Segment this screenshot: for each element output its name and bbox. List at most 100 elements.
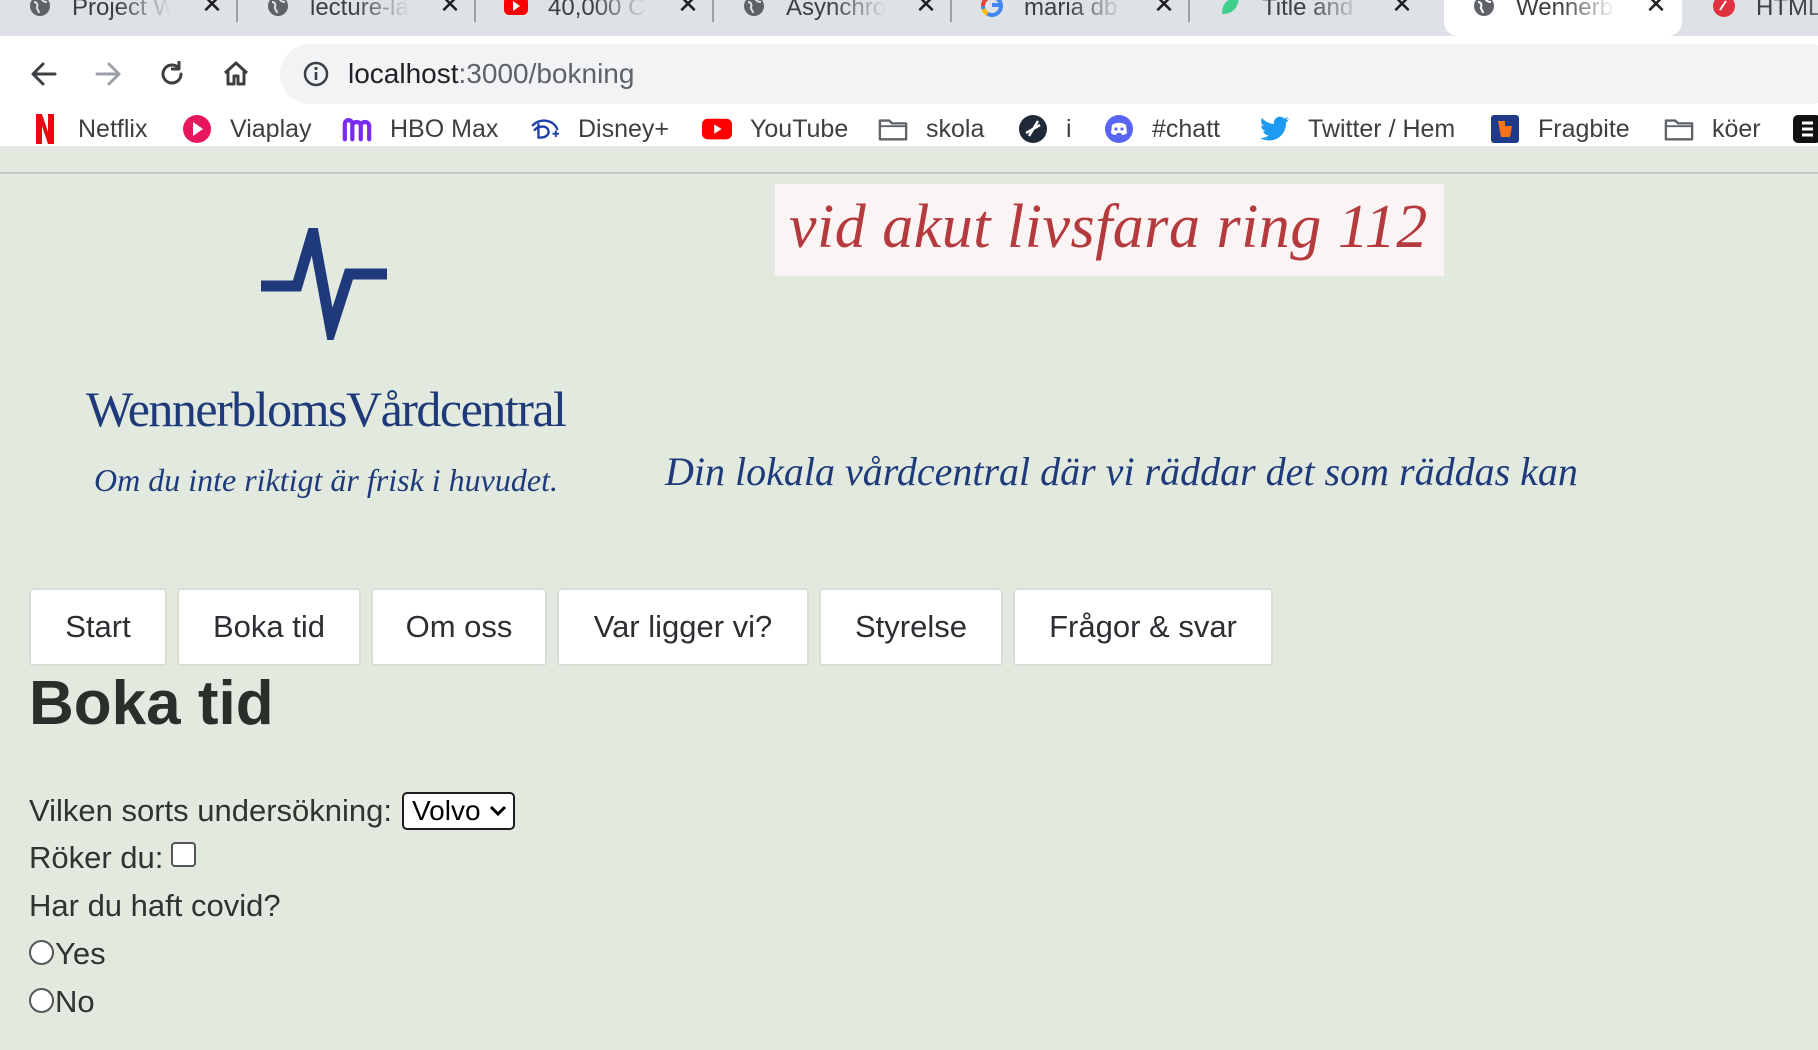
address-bar[interactable]: localhost:3000/bokning	[280, 44, 1818, 104]
bookmark-folder-koer[interactable]: köer	[1664, 112, 1761, 146]
bookmark-overflow[interactable]	[1792, 112, 1818, 146]
home-icon	[223, 61, 249, 86]
globe-icon	[744, 0, 764, 16]
exam-type-select[interactable]: Volvo	[402, 792, 515, 830]
close-icon[interactable]: ✕	[674, 0, 702, 18]
leaf-icon	[1222, 0, 1239, 14]
menu-fragor-svar[interactable]: Frågor & svar	[1013, 588, 1273, 666]
browser-tab[interactable]: lecture-la ✕	[238, 0, 476, 36]
fragbite-icon	[1490, 114, 1520, 144]
covid-label: Har du haft covid?	[29, 888, 281, 923]
menu-styrelse[interactable]: Styrelse	[819, 588, 1003, 666]
forward-arrow-icon	[95, 62, 121, 86]
covid-option-no[interactable]: No	[29, 984, 95, 1020]
folder-icon	[878, 114, 908, 144]
bookmark-viaplay[interactable]: Viaplay	[182, 112, 312, 146]
smoker-label: Röker du:	[29, 840, 164, 875]
bookmark-hbo-max[interactable]: HBO Max	[342, 112, 498, 146]
covid-yes-label: Yes	[55, 936, 106, 971]
bookmark-twitter[interactable]: Twitter / Hem	[1260, 112, 1455, 146]
twitter-icon	[1260, 114, 1290, 144]
globe-icon	[268, 0, 288, 16]
bookmark-label: YouTube	[750, 114, 849, 143]
bookmark-label: Netflix	[78, 114, 148, 143]
covid-no-radio[interactable]	[29, 987, 54, 1013]
compass-icon	[1018, 114, 1048, 144]
clinic-name: WennerblomsVårdcentral	[86, 381, 567, 437]
browser-tab[interactable]: Project W ✕	[0, 0, 238, 36]
tab-title: 40,000 C	[548, 0, 646, 20]
bookmark-fragbite[interactable]: Fragbite	[1490, 112, 1630, 146]
forward-button[interactable]	[86, 52, 130, 96]
tab-title: Wennerbl	[1516, 0, 1616, 20]
menu-start[interactable]: Start	[29, 588, 167, 666]
tab-title: lecture-la	[310, 0, 409, 20]
clinic-tagline: Om du inte riktigt är frisk i huvudet.	[94, 462, 558, 498]
browser-tab[interactable]: Title and s ✕	[1190, 0, 1428, 36]
smoker-checkbox[interactable]	[171, 841, 197, 867]
menu-var-ligger-vi[interactable]: Var ligger vi?	[557, 588, 809, 666]
toolbar-divider	[0, 172, 1818, 174]
globe-icon	[30, 0, 50, 16]
bookmark-disney-plus[interactable]: Disney+	[530, 112, 669, 146]
clinic-slogan: Din lokala vårdcentral där vi räddar det…	[665, 449, 1578, 494]
smoker-row: Röker du:	[29, 840, 197, 876]
covid-question: Har du haft covid?	[29, 888, 281, 924]
close-icon[interactable]: ✕	[436, 0, 464, 18]
netflix-icon	[30, 114, 60, 144]
page-title: Boka tid	[29, 669, 274, 738]
bookmark-youtube[interactable]: YouTube	[702, 112, 848, 146]
menu-boka-tid[interactable]: Boka tid	[177, 588, 361, 666]
emergency-text: vid akut livsfara ring 112	[789, 193, 1428, 261]
tab-strip: Project W ✕ lecture-la ✕ 40,000 C ✕ Asyn…	[0, 0, 1818, 36]
covid-yes-radio[interactable]	[29, 939, 54, 965]
globe-icon	[1474, 0, 1494, 16]
bookmark-label: Viaplay	[230, 114, 312, 143]
url-text: localhost:3000/bokning	[348, 58, 634, 90]
tab-title: maria db c	[1024, 0, 1124, 20]
close-icon[interactable]: ✕	[198, 0, 226, 18]
bookmark-label: #chatt	[1152, 114, 1221, 143]
browser-tab[interactable]: maria db c ✕	[952, 0, 1190, 36]
reload-button[interactable]	[150, 52, 194, 96]
close-icon[interactable]: ✕	[1150, 0, 1178, 18]
youtube-icon	[702, 114, 732, 144]
back-button[interactable]	[22, 52, 66, 96]
discord-icon	[1104, 114, 1134, 144]
tab-title: Asynchro	[786, 0, 886, 20]
bookmark-label: i	[1066, 114, 1072, 143]
tab-title: Project W	[72, 0, 172, 20]
browser-toolbar: localhost:3000/bokning Netflix Viaplay H…	[0, 36, 1818, 146]
hbo-max-icon	[342, 114, 372, 144]
bookmark-netflix[interactable]: Netflix	[30, 112, 147, 146]
bookmark-i[interactable]: i	[1018, 112, 1072, 146]
google-icon	[980, 0, 1003, 17]
close-icon[interactable]: ✕	[912, 0, 940, 18]
bookmark-folder-skola[interactable]: skola	[878, 112, 984, 146]
folder-icon	[1664, 114, 1694, 144]
browser-tab[interactable]: HTML	[1684, 0, 1818, 36]
browser-tab-active[interactable]: Wennerbl ✕	[1444, 0, 1682, 36]
bookmark-label: Twitter / Hem	[1308, 114, 1456, 143]
info-icon	[303, 61, 329, 87]
browser-tab[interactable]: 40,000 C ✕	[476, 0, 714, 36]
bookmark-label: köer	[1712, 114, 1761, 143]
app-icon	[1792, 114, 1818, 144]
menu-om-oss[interactable]: Om oss	[371, 588, 547, 666]
url-host: localhost	[348, 58, 459, 89]
bookmark-label: Fragbite	[1538, 114, 1630, 143]
covid-option-yes[interactable]: Yes	[29, 936, 106, 972]
chevron-down-icon	[489, 805, 506, 817]
url-path: :3000/bokning	[458, 58, 635, 89]
close-icon[interactable]: ✕	[1388, 0, 1416, 18]
back-arrow-icon	[31, 62, 57, 86]
youtube-icon	[504, 0, 528, 15]
viaplay-icon	[182, 114, 212, 144]
exam-type-label: Vilken sorts undersökning:	[29, 793, 393, 828]
bookmark-label: skola	[926, 114, 985, 143]
browser-tab[interactable]: Asynchro ✕	[714, 0, 952, 36]
emergency-banner: vid akut livsfara ring 112	[775, 184, 1444, 276]
home-button[interactable]	[214, 52, 258, 96]
close-icon[interactable]: ✕	[1642, 0, 1670, 18]
bookmark-chatt[interactable]: #chatt	[1104, 112, 1220, 146]
